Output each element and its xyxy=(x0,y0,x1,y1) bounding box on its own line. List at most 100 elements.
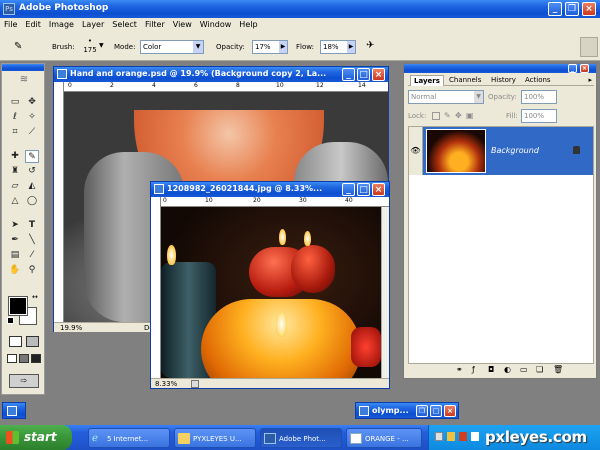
jump-to-imageready-button[interactable]: ⇨ xyxy=(9,374,39,388)
doc1-maximize-button[interactable]: □ xyxy=(357,68,370,81)
opacity-input[interactable]: 17% ▶ xyxy=(252,40,288,54)
clone-stamp-icon[interactable]: ♜ xyxy=(8,165,22,178)
magic-wand-icon[interactable]: ✧ xyxy=(25,111,39,124)
taskbar-item-orange[interactable]: ORANGE - ... xyxy=(346,428,422,448)
tray-icon[interactable] xyxy=(471,432,479,441)
doc2-maximize-button[interactable]: □ xyxy=(357,183,370,196)
standard-mode-button[interactable] xyxy=(9,336,22,347)
link-layers-icon[interactable]: ⚭ xyxy=(456,365,463,374)
brush-preset-picker[interactable]: • 175 xyxy=(80,37,100,57)
path-selection-icon[interactable]: ➤ xyxy=(8,219,22,232)
hand-tool-icon[interactable]: ✋ xyxy=(8,264,22,277)
chevron-down-icon[interactable]: ▼ xyxy=(99,42,104,49)
screen-mode-button[interactable] xyxy=(7,354,17,363)
move-tool-icon[interactable]: ✥ xyxy=(25,96,39,109)
palette-menu-icon[interactable]: ▸ xyxy=(588,76,592,84)
taskbar-item-pyxleyes[interactable]: PYXLEYES U... xyxy=(174,428,256,448)
swap-colors-icon[interactable]: ↔ xyxy=(32,293,38,301)
doc1-minimize-button[interactable]: _ xyxy=(342,68,355,81)
layer-style-icon[interactable]: ƒ xyxy=(472,365,475,374)
new-layer-icon[interactable]: ❏ xyxy=(536,365,543,374)
eraser-tool-icon[interactable]: ▱ xyxy=(8,180,22,193)
tab-channels[interactable]: Channels xyxy=(446,75,484,86)
minimized-window-left[interactable] xyxy=(2,402,26,419)
palette-close-button[interactable]: × xyxy=(580,64,589,73)
palette-minimize-button[interactable]: _ xyxy=(568,64,577,73)
lasso-tool-icon[interactable]: ℓ xyxy=(8,111,22,124)
doc2-title-bar[interactable]: 1208982_26021844.jpg @ 8.33%... _ □ × xyxy=(151,182,389,197)
tab-history[interactable]: History xyxy=(488,75,519,86)
layer-visibility-eye-icon[interactable]: 👁 xyxy=(409,127,423,175)
doc2-vertical-scrollbar[interactable] xyxy=(381,207,389,378)
close-button[interactable]: × xyxy=(444,405,456,417)
brush-tool-icon[interactable]: ✎ xyxy=(25,150,39,163)
pen-tool-icon[interactable]: ✒ xyxy=(8,234,22,247)
flow-input[interactable]: 18% ▶ xyxy=(320,40,356,54)
notes-tool-icon[interactable]: ▤ xyxy=(8,249,22,262)
restore-button[interactable]: ❐ xyxy=(565,2,579,16)
eyedropper-icon[interactable]: ⁄ xyxy=(25,249,39,262)
layer-group-icon[interactable]: ▭ xyxy=(520,365,528,374)
doc1-title-bar[interactable]: Hand and orange.psd @ 19.9% (Background … xyxy=(54,67,388,82)
menu-help[interactable]: Help xyxy=(235,18,261,32)
fill-label: Fill: xyxy=(506,112,518,120)
start-button[interactable]: start xyxy=(0,425,72,450)
full-screen-button[interactable] xyxy=(31,354,41,363)
menu-view[interactable]: View xyxy=(169,18,196,32)
lock-transparency-icon[interactable] xyxy=(432,112,440,120)
menu-file[interactable]: File xyxy=(0,18,21,32)
full-screen-menu-button[interactable] xyxy=(19,354,29,363)
menu-edit[interactable]: Edit xyxy=(21,18,45,32)
doc2-minimize-button[interactable]: _ xyxy=(342,183,355,196)
blur-tool-icon[interactable]: △ xyxy=(8,195,22,208)
zoom-tool-icon[interactable]: ⚲ xyxy=(25,264,39,277)
close-button[interactable]: × xyxy=(582,2,596,16)
lock-image-icon[interactable]: ✎ xyxy=(444,111,451,120)
restore-button[interactable]: ❐ xyxy=(416,405,428,417)
doc2-canvas-candles[interactable] xyxy=(161,207,381,378)
menu-window[interactable]: Window xyxy=(196,18,236,32)
default-colors-icon[interactable] xyxy=(7,317,14,324)
history-brush-icon[interactable]: ↺ xyxy=(25,165,39,178)
layer-mask-icon[interactable]: ◘ xyxy=(488,365,494,374)
lock-position-icon[interactable]: ✥ xyxy=(455,111,462,120)
tab-actions[interactable]: Actions xyxy=(522,75,554,86)
taskbar-item-internet[interactable]: ℯ 5 Internet... xyxy=(88,428,170,448)
healing-brush-icon[interactable]: ✚ xyxy=(8,150,22,163)
blend-mode-select[interactable]: Normal ▼ xyxy=(408,90,484,104)
doc1-close-button[interactable]: × xyxy=(372,68,385,81)
status-menu-icon[interactable] xyxy=(191,380,199,388)
maximize-button[interactable]: □ xyxy=(430,405,442,417)
doc2-vertical-ruler xyxy=(151,197,161,378)
taskbar-item-photoshop[interactable]: Adobe Phot... xyxy=(260,428,342,448)
mode-select[interactable]: Color ▼ xyxy=(140,40,204,54)
tray-icon[interactable] xyxy=(435,432,443,441)
delete-layer-icon[interactable]: 🗑 xyxy=(553,365,563,374)
marquee-tool-icon[interactable]: ▭ xyxy=(8,96,22,109)
tray-icon[interactable] xyxy=(447,432,455,441)
brush-tool-icon[interactable]: ✎ xyxy=(14,41,28,53)
quick-mask-button[interactable] xyxy=(26,336,39,347)
tab-layers[interactable]: Layers xyxy=(410,75,444,86)
menu-layer[interactable]: Layer xyxy=(78,18,108,32)
lock-all-icon[interactable]: ▣ xyxy=(466,111,474,120)
layer-row[interactable]: 👁 Background xyxy=(409,127,593,175)
adjustment-layer-icon[interactable]: ◐ xyxy=(504,365,511,374)
airbrush-icon[interactable]: ✈ xyxy=(366,39,380,53)
layer-opacity-input[interactable]: 100% xyxy=(521,90,557,104)
doc2-close-button[interactable]: × xyxy=(372,183,385,196)
tray-icon[interactable] xyxy=(459,432,467,441)
menu-select[interactable]: Select xyxy=(108,18,141,32)
crop-tool-icon[interactable]: ⌗ xyxy=(8,126,22,139)
minimized-window-olympics[interactable]: olymp... ❐ □ × xyxy=(355,402,459,419)
paint-bucket-icon[interactable]: ◭ xyxy=(25,180,39,193)
dodge-tool-icon[interactable]: ◯ xyxy=(25,195,39,208)
foreground-color-swatch[interactable] xyxy=(8,296,28,316)
menu-image[interactable]: Image xyxy=(45,18,78,32)
fill-input[interactable]: 100% xyxy=(521,109,557,123)
menu-filter[interactable]: Filter xyxy=(141,18,169,32)
slice-tool-icon[interactable]: ⟋ xyxy=(25,126,39,139)
type-tool-icon[interactable]: T xyxy=(25,219,39,232)
minimize-button[interactable]: _ xyxy=(548,2,562,16)
line-tool-icon[interactable]: ╲ xyxy=(25,234,39,247)
